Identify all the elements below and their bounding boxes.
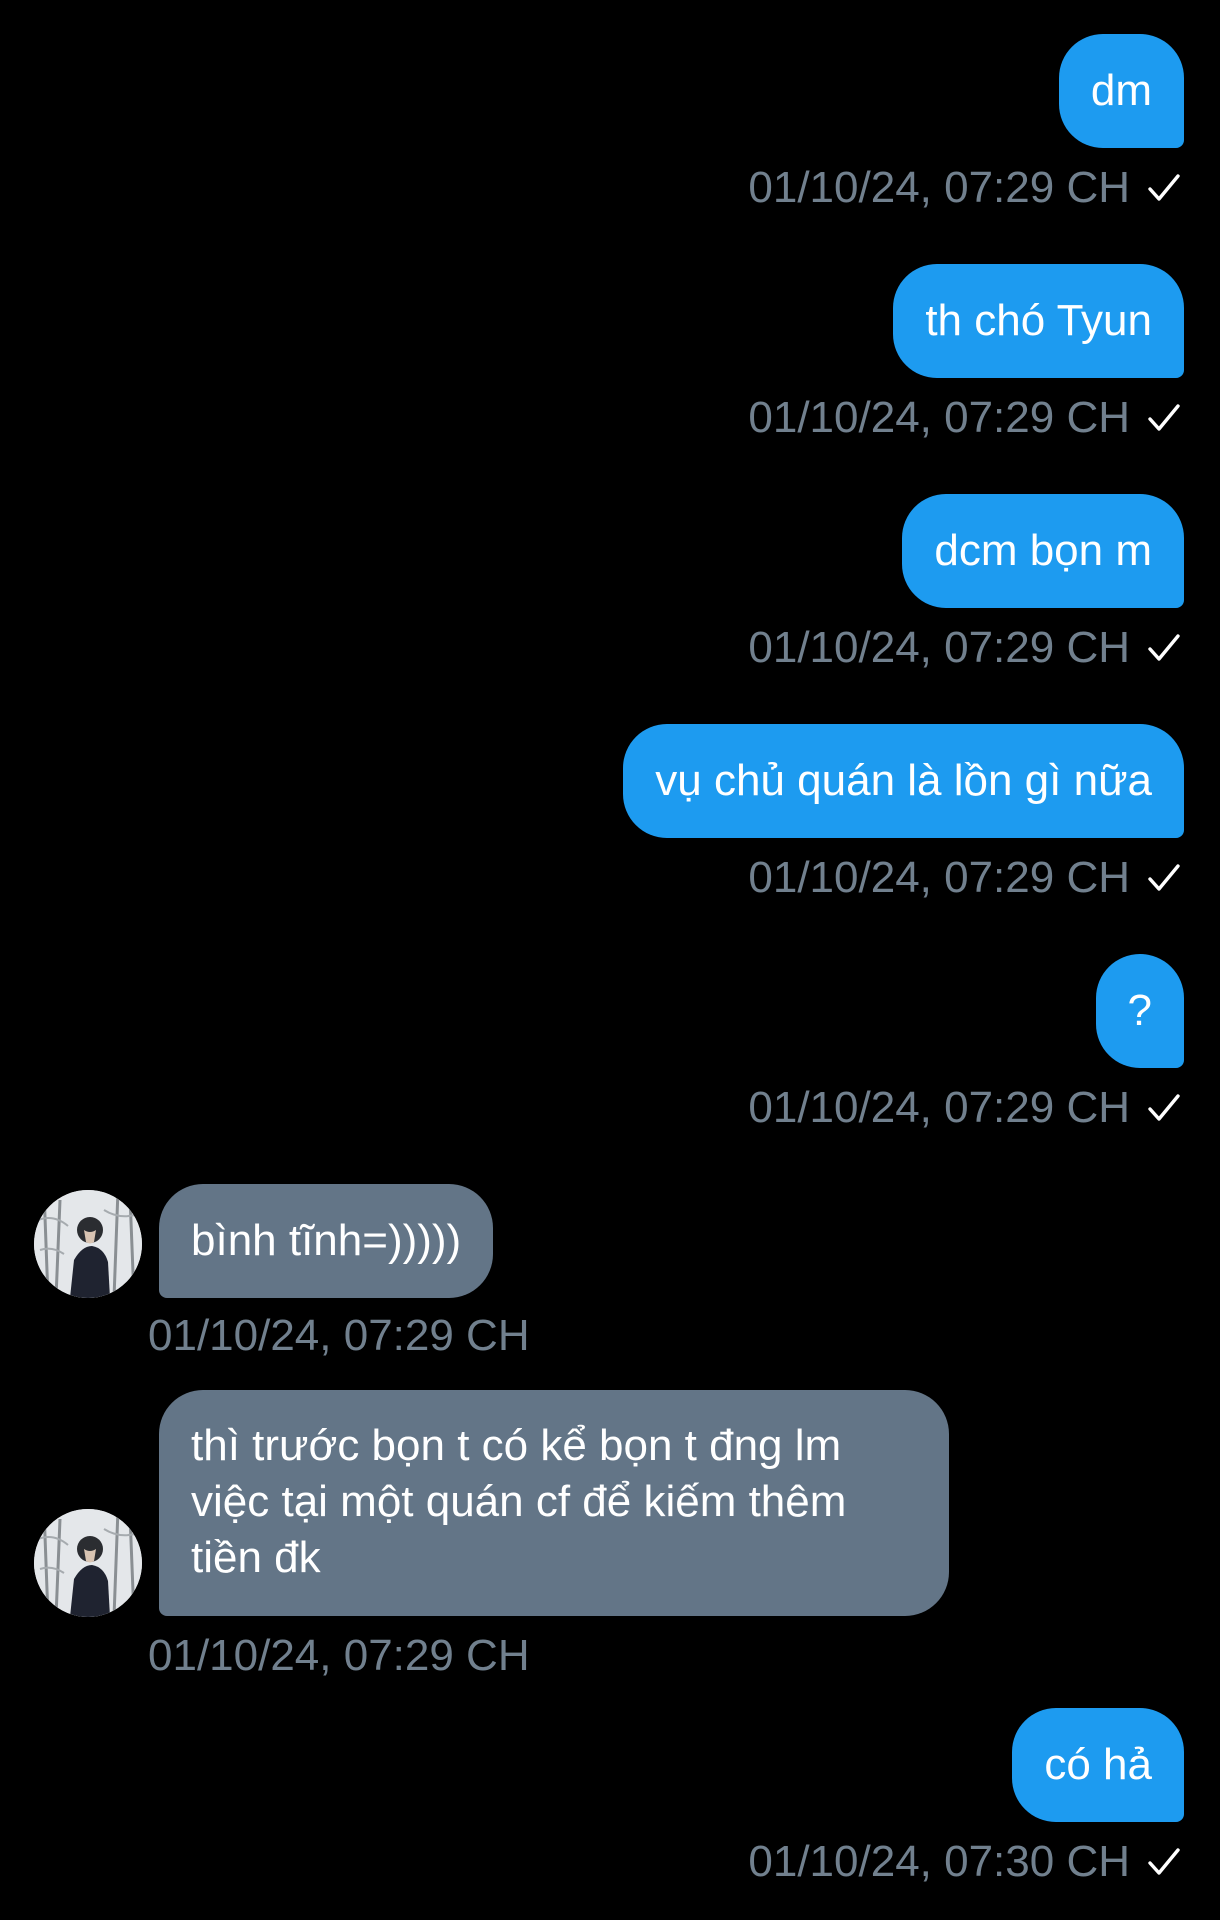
message-meta: 01/10/24, 07:29 CH [748,622,1184,674]
avatar-photo [34,1509,142,1617]
message-meta: 01/10/24, 07:30 CH [748,1836,1184,1888]
check-icon [1148,634,1180,661]
message-meta: 01/10/24, 07:29 CH [148,1630,530,1682]
message-timestamp: 01/10/24, 07:29 CH [748,393,1130,442]
check-icon [1148,1848,1180,1875]
message-timestamp: 01/10/24, 07:29 CH [148,1311,530,1360]
check-icon [1148,174,1180,201]
check-icon [1148,1094,1180,1121]
message-bubble[interactable]: vụ chủ quán là lồn gì nữa [623,724,1184,838]
check-icon [1148,864,1180,891]
message-bubble[interactable]: thì trước bọn t có kể bọn t đng lm việc … [159,1390,949,1616]
message-meta: 01/10/24, 07:29 CH [148,1310,530,1362]
avatar[interactable] [34,1509,142,1617]
message-timestamp: 01/10/24, 07:29 CH [748,623,1130,672]
message-meta: 01/10/24, 07:29 CH [748,1082,1184,1134]
message-thread: dm 01/10/24, 07:29 CH th chó Tyun 01/10/… [0,0,1220,1920]
avatar-photo [34,1190,142,1298]
message-meta: 01/10/24, 07:29 CH [748,852,1184,904]
message-text: ? [1127,986,1152,1035]
message-bubble[interactable]: bình tĩnh=))))) [159,1184,494,1298]
message-bubble[interactable]: th chó Tyun [893,264,1184,378]
message-text: thì trước bọn t có kể bọn t đng lm việc … [191,1421,847,1582]
message-bubble[interactable]: có hả [1012,1708,1184,1822]
message-text: có hả [1044,1740,1152,1789]
message-text: bình tĩnh=))))) [191,1216,462,1265]
message-text: vụ chủ quán là lồn gì nữa [655,756,1152,805]
message-timestamp: 01/10/24, 07:29 CH [748,163,1130,212]
message-text: dm [1090,66,1152,115]
message-bubble[interactable]: ? [1095,954,1184,1068]
message-text: dcm bọn m [934,526,1152,575]
message-bubble[interactable]: dm [1058,34,1184,148]
message-meta: 01/10/24, 07:29 CH [748,162,1184,214]
message-timestamp: 01/10/24, 07:29 CH [148,1631,530,1680]
message-timestamp: 01/10/24, 07:29 CH [748,1083,1130,1132]
message-text: th chó Tyun [925,296,1152,345]
message-bubble[interactable]: dcm bọn m [902,494,1184,608]
message-timestamp: 01/10/24, 07:29 CH [748,853,1130,902]
message-meta: 01/10/24, 07:29 CH [748,392,1184,444]
message-timestamp: 01/10/24, 07:30 CH [748,1837,1130,1886]
avatar[interactable] [34,1190,142,1298]
check-icon [1148,404,1180,431]
